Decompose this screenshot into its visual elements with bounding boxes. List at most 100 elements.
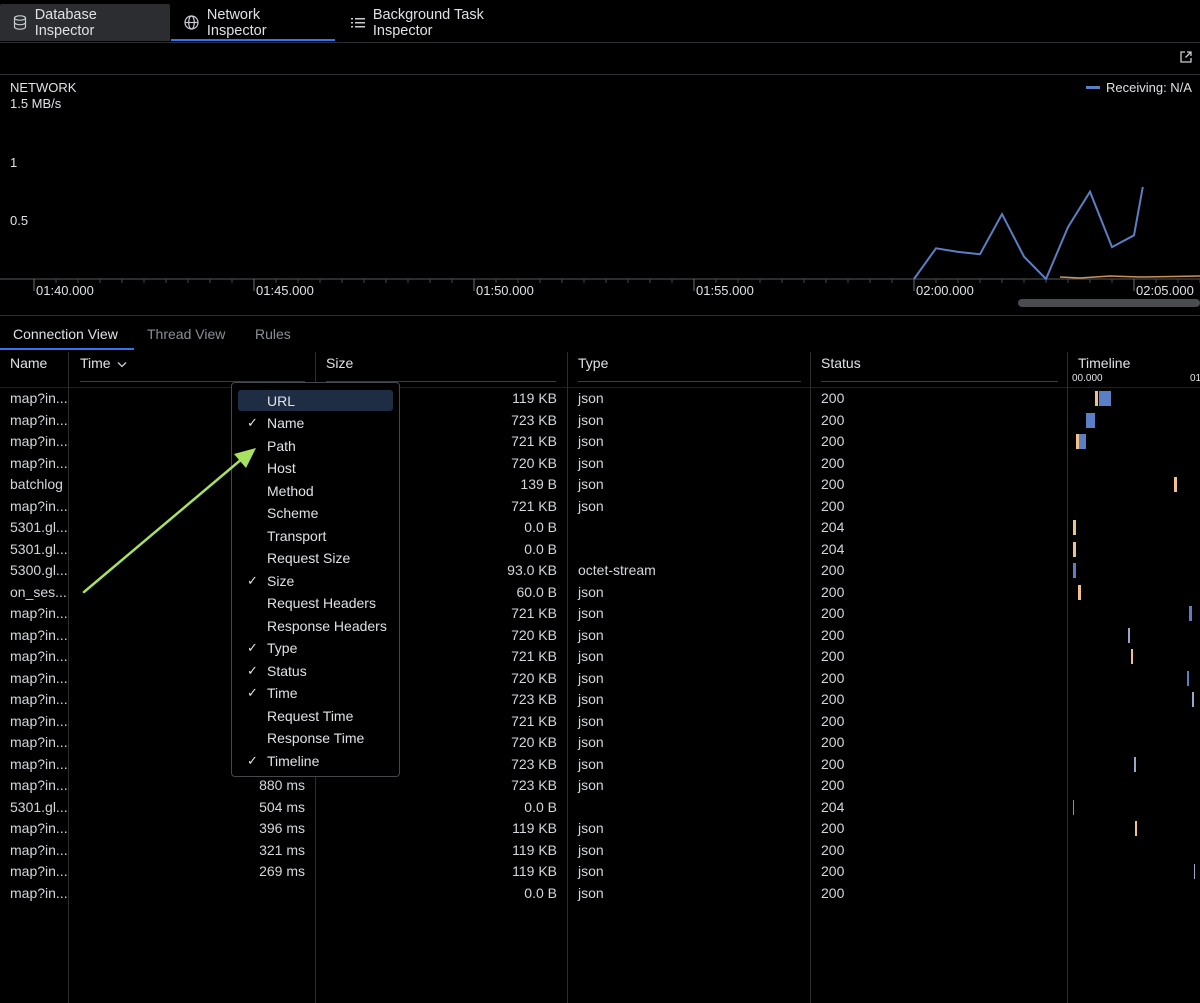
menu-item-request-size[interactable]: Request Size: [238, 548, 393, 569]
table-row[interactable]: map?in... 720 KB json 200: [0, 627, 1200, 649]
tab-connection-view[interactable]: Connection View: [0, 318, 131, 350]
cell-name: map?in...: [10, 691, 68, 707]
tab-network-inspector[interactable]: Network Inspector: [172, 4, 335, 41]
table-row[interactable]: map?in... 721 KB json 200: [0, 605, 1200, 627]
table-row[interactable]: 5300.gl... 93.0 KB octet-stream 200: [0, 562, 1200, 584]
y-tick-label: 0.5: [10, 213, 29, 228]
cell-size: 723 KB: [511, 777, 557, 793]
timeline-bar: [1099, 391, 1111, 406]
table-row[interactable]: map?in... 269 ms 119 KB json 200: [0, 863, 1200, 885]
cell-status: 200: [821, 390, 845, 406]
table-row[interactable]: map?in... 721 KB json 200: [0, 648, 1200, 670]
timeline-bar: [1073, 563, 1076, 578]
legend-label: Receiving: N/A: [1106, 80, 1192, 95]
table-row[interactable]: map?in... 720 KB json 200: [0, 670, 1200, 692]
menu-item-timeline[interactable]: ✓ Timeline: [238, 750, 393, 771]
column-header-status[interactable]: Status: [821, 355, 861, 371]
table-row[interactable]: map?in... 396 ms 119 KB json 200: [0, 820, 1200, 842]
menu-item-scheme[interactable]: Scheme: [238, 503, 393, 524]
table-row[interactable]: map?in... 723 KB json 200: [0, 756, 1200, 778]
menu-item-label: Status: [267, 662, 307, 679]
table-row[interactable]: 5301.gl... 504 ms 0.0 B 204: [0, 799, 1200, 821]
cell-type: json: [578, 669, 604, 686]
menu-item-size[interactable]: ✓ Size: [238, 570, 393, 591]
table-row[interactable]: map?in... 723 KB json 200: [0, 412, 1200, 434]
menu-item-label: Size: [267, 572, 295, 589]
table-row[interactable]: map?in... 0.0 B json 200: [0, 885, 1200, 907]
table-row[interactable]: on_ses... 60.0 Bjson 200: [0, 584, 1200, 606]
column-chooser-menu: URL ✓ Name Path Host Method Scheme Transport Req…: [231, 382, 400, 777]
timeline-bar: [1073, 541, 1076, 557]
tab-rules[interactable]: Rules: [242, 318, 304, 350]
table-row[interactable]: map?in... 119 KB json 200: [0, 390, 1200, 412]
cell-type: json: [578, 497, 604, 514]
cell-time: 880 ms: [259, 777, 305, 793]
column-header-time[interactable]: Time: [80, 355, 127, 371]
timeline-bar: [1134, 756, 1136, 772]
tab-background-task-inspector[interactable]: Background Task Inspector: [338, 4, 558, 41]
cell-name: map?in...: [10, 390, 68, 406]
column-header-type[interactable]: Type: [578, 355, 608, 371]
menu-item-status[interactable]: ✓ Status: [238, 660, 393, 681]
table-row[interactable]: map?in... 880 ms 723 KB json 200: [0, 777, 1200, 799]
menu-item-label: Time: [267, 685, 298, 701]
checkmark-icon: ✓: [247, 752, 258, 768]
cell-name: map?in...: [10, 497, 68, 514]
cell-status: 200: [821, 433, 845, 449]
cell-status: 200: [821, 411, 845, 428]
external-link-icon[interactable]: [1179, 50, 1193, 64]
cell-size: 0.0 B: [524, 798, 557, 815]
table-row[interactable]: map?in... 720 KB json 200: [0, 734, 1200, 756]
menu-item-path[interactable]: Path: [238, 435, 393, 456]
x-tick-label: 02:05.000: [1136, 283, 1194, 298]
timeline-start-label: 00.000: [1072, 373, 1103, 384]
cell-time: 396 ms: [259, 820, 305, 836]
table-row[interactable]: map?in... 721 KB json 200: [0, 498, 1200, 520]
table-row[interactable]: map?in... 721 KB json 200: [0, 713, 1200, 735]
cell-type: json: [578, 476, 604, 492]
cell-name: map?in...: [10, 433, 68, 449]
table-row[interactable]: map?in... 321 ms 119 KB json 200: [0, 842, 1200, 864]
menu-item-response-time[interactable]: Response Time: [238, 728, 393, 749]
menu-item-url[interactable]: URL: [238, 390, 393, 411]
cell-status: 200: [821, 863, 845, 879]
menu-item-name[interactable]: ✓ Name: [238, 413, 393, 434]
menu-item-label: Request Size: [267, 550, 351, 566]
table-row[interactable]: batchlog 139 Bjson 200: [0, 476, 1200, 498]
column-header-name[interactable]: Name: [10, 355, 47, 371]
timeline-bar: [1079, 434, 1086, 449]
tab-database-inspector[interactable]: Database Inspector: [0, 4, 170, 41]
cell-name: map?in...: [10, 884, 68, 901]
menu-item-time[interactable]: ✓ Time: [238, 683, 393, 704]
series-line-sending: [1059, 275, 1200, 279]
menu-item-request-headers[interactable]: Request Headers: [238, 593, 393, 614]
horizontal-scrollbar[interactable]: [1018, 299, 1200, 307]
table-row[interactable]: map?in... 721 KB json 200: [0, 433, 1200, 455]
column-header-label: Time: [80, 355, 111, 371]
table-row[interactable]: 5301.gl... 0.0 B 204: [0, 519, 1200, 541]
table-row[interactable]: map?in... 723 KB json 200: [0, 691, 1200, 713]
menu-item-method[interactable]: Method: [238, 480, 393, 501]
cell-name: batchlog: [10, 476, 63, 492]
cell-time: 321 ms: [259, 841, 305, 858]
cell-name: map?in...: [10, 605, 68, 621]
menu-item-request-time[interactable]: Request Time: [238, 705, 393, 726]
tab-thread-view[interactable]: Thread View: [134, 318, 238, 350]
column-header-size[interactable]: Size: [326, 355, 353, 371]
table-row[interactable]: map?in... 720 KB json 200: [0, 455, 1200, 477]
cell-type: json: [578, 863, 604, 879]
menu-item-host[interactable]: Host: [238, 458, 393, 479]
column-header-timeline[interactable]: Timeline: [1078, 355, 1130, 371]
cell-type: octet-stream: [578, 562, 656, 578]
cell-status: 200: [821, 691, 845, 707]
table-row[interactable]: 5301.gl... 0.0 B 204: [0, 541, 1200, 563]
menu-item-type[interactable]: ✓ Type: [238, 638, 393, 659]
menu-item-transport[interactable]: Transport: [238, 525, 393, 546]
cell-type: json: [578, 390, 604, 406]
timeline-bar: [1187, 670, 1189, 686]
x-tick-label: 02:00.000: [916, 283, 974, 298]
cell-name: on_ses...: [10, 583, 67, 600]
menu-item-label: Path: [267, 437, 296, 454]
chevron-down-icon[interactable]: [117, 355, 127, 371]
menu-item-response-headers[interactable]: Response Headers: [238, 615, 393, 636]
